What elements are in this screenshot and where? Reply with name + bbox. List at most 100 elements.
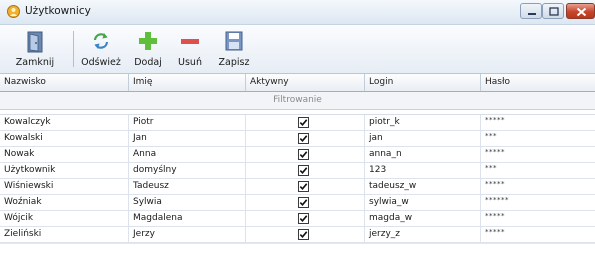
cell-password[interactable]: ***** — [481, 211, 595, 226]
column-header-surname[interactable]: Nazwisko — [0, 74, 129, 91]
active-checkbox[interactable] — [298, 117, 309, 128]
cell-name[interactable]: Jerzy — [129, 227, 246, 242]
minimize-button[interactable] — [520, 3, 542, 19]
delete-button[interactable]: Usuń — [172, 27, 208, 71]
refresh-icon — [93, 33, 109, 49]
cell-surname[interactable]: Wójcik — [0, 211, 129, 226]
cell-active[interactable] — [246, 131, 365, 146]
door-exit-icon — [27, 31, 43, 53]
cell-name[interactable]: domyślny — [129, 163, 246, 178]
save-button[interactable]: Zapisz — [212, 27, 256, 71]
active-checkbox[interactable] — [298, 149, 309, 160]
checkmark-icon — [299, 183, 308, 190]
grid-header: Nazwisko Imię Aktywny Login Hasło — [0, 74, 595, 92]
cell-active[interactable] — [246, 211, 365, 226]
plus-icon — [139, 32, 157, 50]
cell-login[interactable]: jerzy_z — [365, 227, 481, 242]
refresh-button[interactable]: Odśwież — [76, 27, 126, 71]
column-header-name[interactable]: Imię — [129, 74, 246, 91]
cell-name[interactable]: Jan — [129, 131, 246, 146]
cell-surname[interactable]: Wiśniewski — [0, 179, 129, 194]
cell-active[interactable] — [246, 179, 365, 194]
cell-name[interactable]: Anna — [129, 147, 246, 162]
active-checkbox[interactable] — [298, 229, 309, 240]
table-row[interactable]: Nowak Anna anna_n ***** — [0, 147, 595, 163]
cell-login[interactable]: jan — [365, 131, 481, 146]
checkmark-icon — [299, 135, 308, 142]
cell-login[interactable]: 123 — [365, 163, 481, 178]
maximize-button[interactable] — [542, 3, 564, 19]
maximize-icon — [549, 7, 559, 16]
window-title: Użytkownicy — [25, 5, 91, 17]
title-bar[interactable]: Użytkownicy — [0, 0, 595, 25]
add-button[interactable]: Dodaj — [128, 27, 168, 71]
active-checkbox[interactable] — [298, 213, 309, 224]
cell-active[interactable] — [246, 195, 365, 210]
checkmark-icon — [299, 119, 308, 126]
column-header-password[interactable]: Hasło — [481, 74, 595, 91]
cell-password[interactable]: ****** — [481, 195, 595, 210]
table-row[interactable]: Użytkownik domyślny 123 *** — [0, 163, 595, 179]
cell-surname[interactable]: Nowak — [0, 147, 129, 162]
save-button-label: Zapisz — [218, 57, 250, 68]
close-window-button[interactable] — [566, 3, 595, 19]
checkmark-icon — [299, 167, 308, 174]
cell-password[interactable]: ***** — [481, 227, 595, 242]
cell-login[interactable]: tadeusz_w — [365, 179, 481, 194]
toolbar-separator — [73, 31, 74, 67]
checkmark-icon — [299, 151, 308, 158]
cell-active[interactable] — [246, 147, 365, 162]
cell-login[interactable]: magda_w — [365, 211, 481, 226]
cell-login[interactable]: piotr_k — [365, 115, 481, 130]
cell-login[interactable]: sylwia_w — [365, 195, 481, 210]
cell-surname[interactable]: Użytkownik — [0, 163, 129, 178]
cell-name[interactable]: Piotr — [129, 115, 246, 130]
table-row[interactable]: Wójcik Magdalena magda_w ***** — [0, 211, 595, 227]
table-row[interactable]: Kowalczyk Piotr piotr_k ***** — [0, 115, 595, 131]
cell-login[interactable]: anna_n — [365, 147, 481, 162]
users-grid: Nazwisko Imię Aktywny Login Hasło Filtro… — [0, 74, 595, 244]
cell-name[interactable]: Sylwia — [129, 195, 246, 210]
close-button[interactable]: Zamknij — [4, 27, 66, 71]
cell-password[interactable]: *** — [481, 163, 595, 178]
minimize-icon — [528, 13, 536, 15]
close-icon — [576, 7, 587, 17]
cell-active[interactable] — [246, 163, 365, 178]
table-row[interactable]: Wiśniewski Tadeusz tadeusz_w ***** — [0, 179, 595, 195]
refresh-button-label: Odśwież — [81, 57, 121, 68]
users-window: Użytkownicy Zamknij Odśwież Dodaj Usuń Z… — [0, 0, 595, 261]
cell-surname[interactable]: Kowalski — [0, 131, 129, 146]
active-checkbox[interactable] — [298, 165, 309, 176]
cell-password[interactable]: *** — [481, 131, 595, 146]
cell-password[interactable]: ***** — [481, 115, 595, 130]
active-checkbox[interactable] — [298, 181, 309, 192]
cell-active[interactable] — [246, 227, 365, 242]
minus-icon — [181, 39, 199, 44]
filter-row[interactable]: Filtrowanie — [0, 92, 595, 110]
cell-name[interactable]: Tadeusz — [129, 179, 246, 194]
close-button-label: Zamknij — [15, 57, 55, 68]
users-app-icon — [7, 5, 20, 18]
active-checkbox[interactable] — [298, 197, 309, 208]
cell-surname[interactable]: Zieliński — [0, 227, 129, 242]
table-row[interactable]: Woźniak Sylwia sylwia_w ****** — [0, 195, 595, 211]
add-button-label: Dodaj — [134, 57, 162, 68]
table-row[interactable]: Zieliński Jerzy jerzy_z ***** — [0, 227, 595, 243]
column-header-login[interactable]: Login — [365, 74, 481, 91]
delete-button-label: Usuń — [178, 57, 202, 68]
grid-bottom-border — [0, 243, 595, 244]
checkmark-icon — [299, 215, 308, 222]
floppy-disk-icon — [225, 31, 243, 51]
cell-password[interactable]: ***** — [481, 179, 595, 194]
checkmark-icon — [299, 199, 308, 206]
cell-password[interactable]: ***** — [481, 147, 595, 162]
cell-active[interactable] — [246, 115, 365, 130]
cell-surname[interactable]: Woźniak — [0, 195, 129, 210]
active-checkbox[interactable] — [298, 133, 309, 144]
table-row[interactable]: Kowalski Jan jan *** — [0, 131, 595, 147]
cell-surname[interactable]: Kowalczyk — [0, 115, 129, 130]
checkmark-icon — [299, 231, 308, 238]
toolbar: Zamknij Odśwież Dodaj Usuń Zapisz — [0, 25, 595, 74]
column-header-active[interactable]: Aktywny — [246, 74, 365, 91]
cell-name[interactable]: Magdalena — [129, 211, 246, 226]
